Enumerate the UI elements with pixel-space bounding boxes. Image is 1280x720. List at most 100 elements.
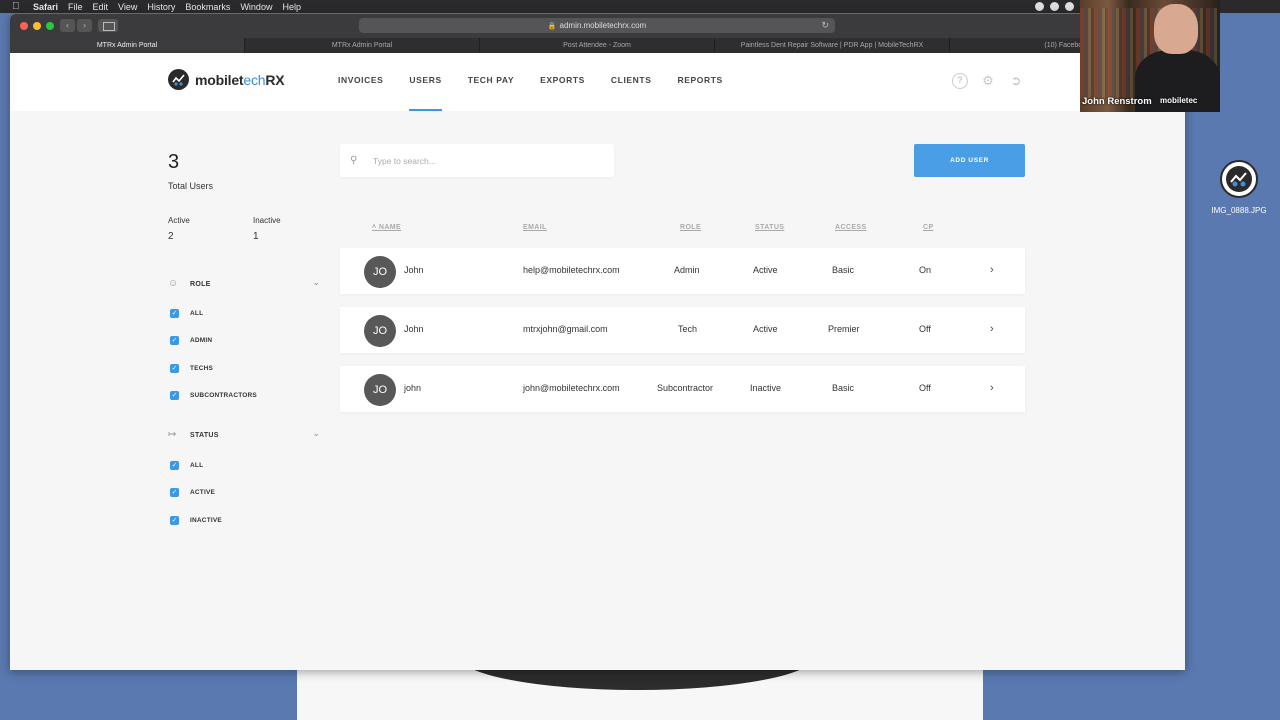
add-user-button[interactable]: ADD USER: [914, 144, 1025, 177]
status-icon[interactable]: [1065, 2, 1074, 11]
role-all-checkbox[interactable]: ✓ ALL: [170, 309, 203, 318]
col-header-name[interactable]: ˄ NAME: [372, 224, 401, 231]
chevron-down-icon[interactable]: ⌄: [312, 277, 320, 288]
video-participant-tile[interactable]: John Renstrom mobiletec: [1080, 0, 1220, 112]
menu-edit[interactable]: Edit: [93, 2, 109, 12]
main-nav: INVOICES USERS TECH PAY EXPORTS CLIENTS …: [338, 53, 749, 111]
user-name: John: [404, 265, 424, 275]
col-header-label: NAME: [378, 224, 402, 231]
role-filter-label: ROLE: [190, 280, 211, 288]
admin-portal: mobiletechRX INVOICES USERS TECH PAY EXP…: [10, 53, 1185, 670]
browser-tab[interactable]: MTRx Admin Portal: [245, 38, 480, 53]
minimize-window-button[interactable]: [33, 22, 41, 30]
menu-app-safari[interactable]: Safari: [33, 2, 58, 12]
apple-icon[interactable]: : [12, 1, 21, 12]
tab-bar: MTRx Admin Portal MTRx Admin Portal Post…: [10, 38, 1185, 53]
chevron-down-icon[interactable]: ⌄: [312, 428, 320, 439]
table-row[interactable]: JO john john@mobiletechrx.com Subcontrac…: [340, 366, 1025, 412]
help-icon[interactable]: ?: [952, 73, 968, 89]
menubar-status-icons: [1035, 2, 1074, 11]
menu-window[interactable]: Window: [240, 2, 272, 12]
active-count: 2: [168, 231, 174, 242]
sidebar-toggle-icon[interactable]: [98, 19, 118, 32]
gear-icon[interactable]: ⚙: [980, 73, 996, 89]
menu-file[interactable]: File: [68, 2, 83, 12]
address-bar[interactable]: 🔒 admin.mobiletechrx.com ↻: [359, 18, 835, 33]
status-active-checkbox[interactable]: ✓ ACTIVE: [170, 488, 215, 497]
role-filter-header[interactable]: ☺ ROLE ⌄: [168, 277, 320, 291]
user-cp: On: [919, 265, 932, 275]
total-users-label: Total Users: [168, 181, 214, 191]
reload-icon[interactable]: ↻: [821, 18, 829, 33]
status-icon[interactable]: [1050, 2, 1059, 11]
checkbox-label: INACTIVE: [190, 517, 222, 524]
menu-history[interactable]: History: [147, 2, 175, 12]
status-all-checkbox[interactable]: ✓ ALL: [170, 461, 203, 470]
nav-exports[interactable]: EXPORTS: [540, 53, 585, 111]
search-box: ⚲: [340, 144, 614, 177]
checkbox-check-icon[interactable]: ✓: [170, 309, 179, 318]
chevron-right-icon[interactable]: ›: [990, 264, 994, 276]
chevron-right-icon[interactable]: ›: [990, 323, 994, 335]
col-header-status[interactable]: STATUS: [755, 224, 784, 231]
checkbox-label: ACTIVE: [190, 489, 216, 496]
checkbox-check-icon[interactable]: ✓: [170, 461, 179, 470]
search-input[interactable]: [373, 155, 593, 166]
table-row[interactable]: JO John mtrxjohn@gmail.com Tech Active P…: [340, 307, 1025, 353]
role-admin-checkbox[interactable]: ✓ ADMIN: [170, 336, 212, 345]
user-email: help@mobiletechrx.com: [523, 265, 620, 275]
nav-tech-pay[interactable]: TECH PAY: [468, 53, 514, 111]
col-header-role[interactable]: ROLE: [680, 224, 701, 231]
menu-help[interactable]: Help: [282, 2, 301, 12]
status-filter-header[interactable]: ↦ STATUS ⌄: [168, 428, 320, 442]
role-techs-checkbox[interactable]: ✓ TECHS: [170, 364, 213, 373]
user-access: Basic: [832, 383, 855, 393]
inactive-count: 1: [253, 231, 259, 242]
active-stat: Active 2: [168, 216, 190, 242]
checkbox-check-icon[interactable]: ✓: [170, 336, 179, 345]
status-filter-label: STATUS: [190, 431, 219, 439]
participant-face: [1154, 4, 1198, 54]
close-window-button[interactable]: [20, 22, 28, 30]
desktop-file[interactable]: IMG_0888.JPG: [1206, 160, 1272, 215]
logout-icon[interactable]: ➲: [1008, 73, 1024, 89]
lock-icon: 🔒: [547, 23, 557, 30]
status-inactive-checkbox[interactable]: ✓ INACTIVE: [170, 516, 222, 525]
header-actions: ? ⚙ ➲: [952, 73, 1024, 89]
app-header: mobiletechRX INVOICES USERS TECH PAY EXP…: [10, 53, 1185, 111]
participant-name: John Renstrom: [1082, 96, 1152, 107]
table-row[interactable]: JO John help@mobiletechrx.com Admin Acti…: [340, 248, 1025, 294]
mobiletechrx-logo[interactable]: mobiletechRX: [168, 69, 285, 90]
nav-invoices[interactable]: INVOICES: [338, 53, 383, 111]
nav-users[interactable]: USERS: [409, 53, 443, 111]
col-header-access[interactable]: ACCESS: [835, 224, 867, 231]
checkbox-label: SUBCONTRACTORS: [190, 392, 257, 399]
browser-tab[interactable]: Paintless Dent Repair Software | PDR App…: [715, 38, 950, 53]
back-icon[interactable]: ‹: [60, 19, 75, 32]
checkbox-check-icon[interactable]: ✓: [170, 364, 179, 373]
sort-asc-icon: ˄: [372, 224, 377, 231]
checkbox-label: ALL: [190, 462, 204, 469]
checkbox-check-icon[interactable]: ✓: [170, 516, 179, 525]
checkbox-check-icon[interactable]: ✓: [170, 488, 179, 497]
menu-view[interactable]: View: [118, 2, 137, 12]
window-controls: [20, 22, 54, 30]
col-header-email[interactable]: EMAIL: [523, 224, 547, 231]
overlay-logo: mobiletec: [1160, 96, 1198, 105]
menu-bookmarks[interactable]: Bookmarks: [185, 2, 230, 12]
zoom-window-button[interactable]: [46, 22, 54, 30]
inactive-stat: Inactive 1: [253, 216, 281, 242]
browser-tab[interactable]: Post Attendee - Zoom: [480, 38, 715, 53]
user-cp: Off: [919, 324, 931, 334]
chevron-right-icon[interactable]: ›: [990, 382, 994, 394]
user-status: Active: [753, 265, 778, 275]
user-role: Admin: [674, 265, 700, 275]
browser-tab[interactable]: MTRx Admin Portal: [10, 38, 245, 53]
nav-clients[interactable]: CLIENTS: [611, 53, 652, 111]
col-header-cp[interactable]: CP: [923, 224, 934, 231]
forward-icon[interactable]: ›: [77, 19, 92, 32]
nav-reports[interactable]: REPORTS: [677, 53, 722, 111]
status-icon[interactable]: [1035, 2, 1044, 11]
role-subcontractors-checkbox[interactable]: ✓ SUBCONTRACTORS: [170, 391, 257, 400]
checkbox-check-icon[interactable]: ✓: [170, 391, 179, 400]
